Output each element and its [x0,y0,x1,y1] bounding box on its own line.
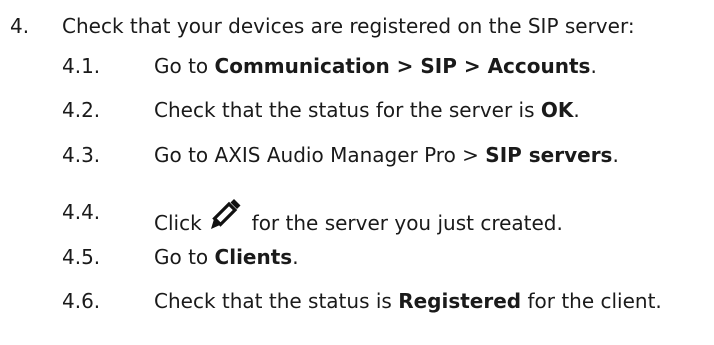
substep-text: Go to Communication > SIP > Accounts. [154,54,597,78]
substep-text: Check that the status is Registered for … [154,289,662,313]
status-value: Registered [398,289,522,313]
substep-text: Go to AXIS Audio Manager Pro > SIP serve… [154,143,619,167]
substep-number: 4.1. [62,54,101,78]
substep-number: 4.2. [62,98,101,122]
ui-path: Communication > SIP > Accounts [214,54,591,78]
status-value: OK [540,98,574,122]
substep-text: Click for the server you just created. [154,198,563,237]
ui-path: Clients [214,245,293,269]
instruction-page: 4. Check that your devices are registere… [0,0,714,345]
step-text: Check that your devices are registered o… [62,14,635,38]
substep-number: 4.4. [62,200,101,224]
substep-text: Go to Clients. [154,245,299,269]
substep-number: 4.5. [62,245,101,269]
substep-number: 4.6. [62,289,101,313]
step-number: 4. [10,14,30,38]
ui-path: SIP servers [485,143,613,167]
substep-number: 4.3. [62,143,101,167]
substep-text: Check that the status for the server is … [154,98,580,122]
pencil-edit-icon [206,198,242,232]
